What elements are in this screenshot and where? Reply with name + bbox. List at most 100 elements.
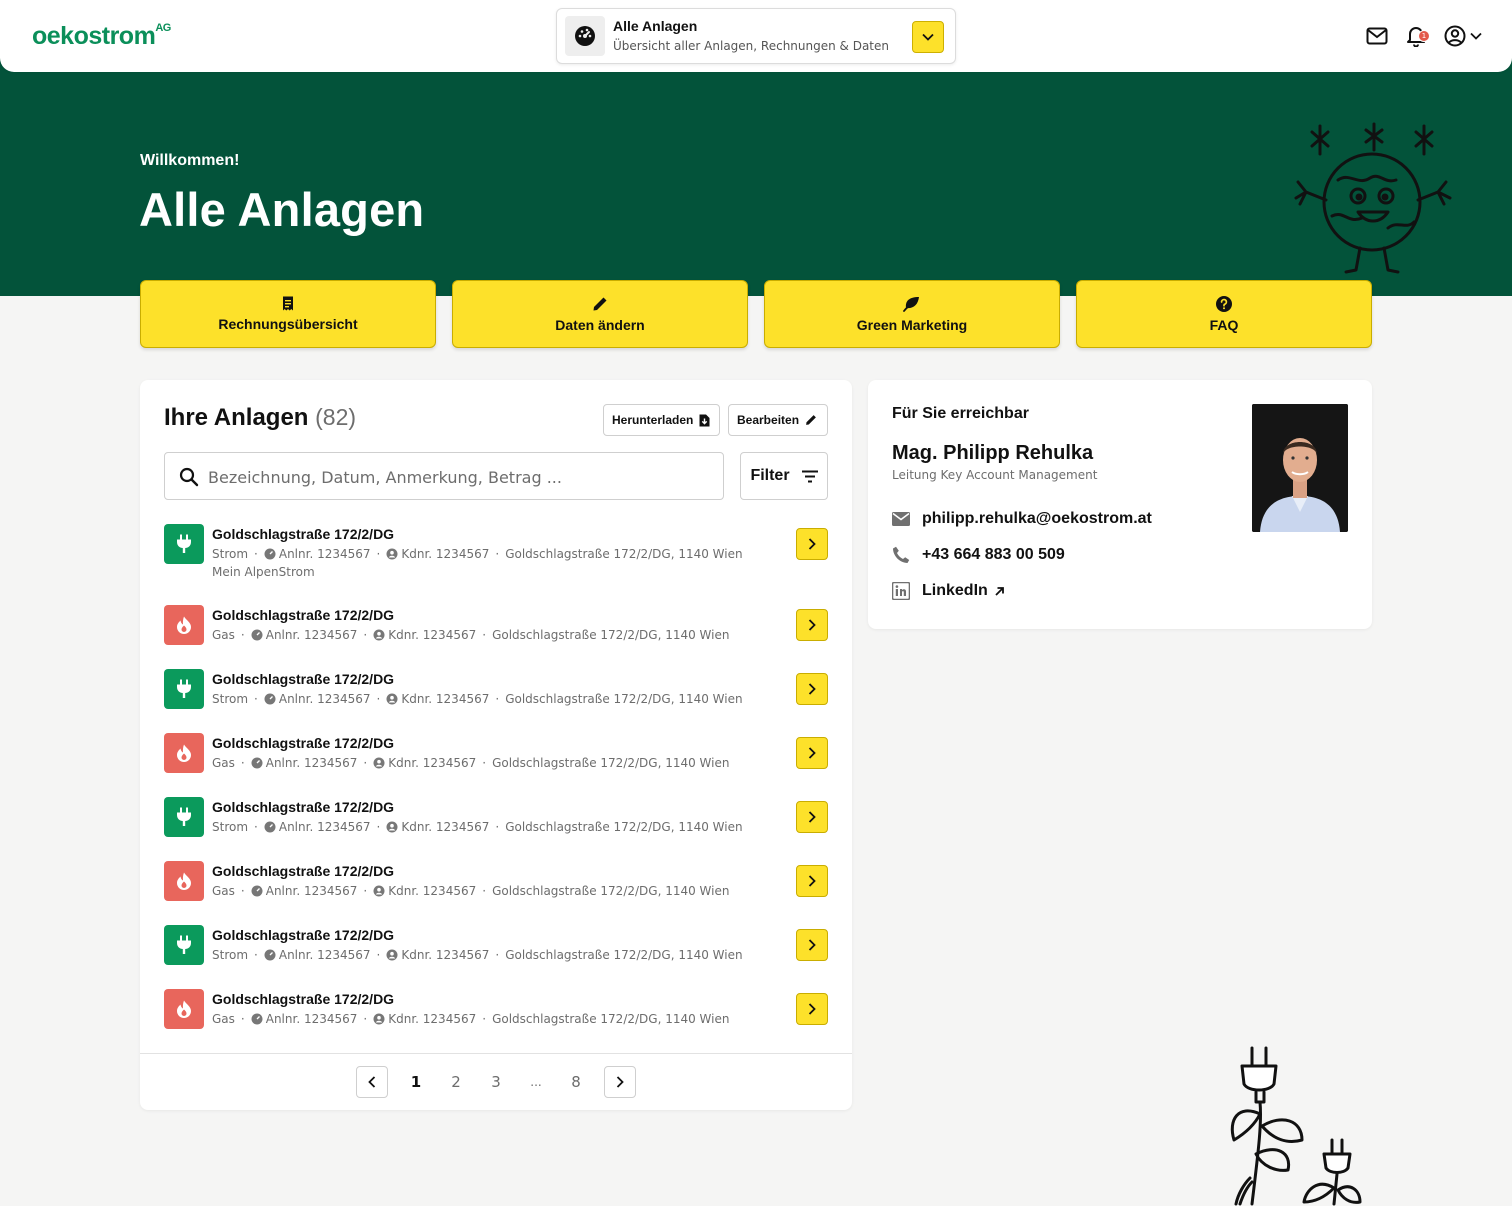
anlagen-title: Ihre Anlagen (82) xyxy=(164,404,357,431)
page-1[interactable]: 1 xyxy=(408,1066,424,1098)
list-item[interactable]: Goldschlagstraße 172/2/DG Gas · Anlnr. 12… xyxy=(164,605,828,669)
oekostrom-logo[interactable]: oekostromAG xyxy=(32,22,171,51)
open-anlage-button[interactable] xyxy=(796,609,828,641)
search-input[interactable] xyxy=(208,463,708,491)
plug-icon xyxy=(164,669,204,709)
open-anlage-button[interactable] xyxy=(796,528,828,560)
receipt-icon xyxy=(283,296,293,311)
chevron-right-icon xyxy=(808,683,816,695)
anlage-meta: Strom · Anlnr. 1234567 · Kdnr. 1234567 · Go… xyxy=(212,547,743,561)
envelope-icon xyxy=(892,512,910,526)
list-item[interactable]: Goldschlagstraße 172/2/DG Strom · Anlnr. … xyxy=(164,797,828,861)
chevron-right-icon xyxy=(808,811,816,823)
user-small-icon xyxy=(386,949,398,961)
list-item[interactable]: Goldschlagstraße 172/2/DG Strom · Anlnr. … xyxy=(164,669,828,733)
contact-photo xyxy=(1252,404,1348,532)
gauge-small-icon xyxy=(264,821,276,833)
pencil-icon xyxy=(593,297,607,310)
user-small-icon xyxy=(373,1013,385,1025)
contact-heading: Für Sie erreichbar xyxy=(892,405,1029,422)
chevron-right-icon xyxy=(808,747,816,759)
contact-name: Mag. Philipp Rehulka xyxy=(892,442,1094,464)
anlagen-switcher[interactable]: Alle Anlagen Übersicht aller Anlagen, Re… xyxy=(556,8,956,64)
user-small-icon xyxy=(373,757,385,769)
phone-icon xyxy=(893,546,910,563)
page-2[interactable]: 2 xyxy=(448,1066,464,1098)
anlage-meta: Strom · Anlnr. 1234567 · Kdnr. 1234567 · Go… xyxy=(212,692,743,706)
file-download-icon xyxy=(699,414,710,426)
chevron-right-icon xyxy=(616,1076,624,1088)
chevron-right-icon xyxy=(808,619,816,631)
flame-icon xyxy=(164,861,204,901)
tile-daten-aendern[interactable]: Daten ändern xyxy=(452,280,748,348)
switcher-title: Alle Anlagen xyxy=(613,18,698,34)
mail-icon xyxy=(1366,27,1388,45)
contact-linkedin-link[interactable]: LinkedIn xyxy=(892,582,1005,600)
contact-phone-link[interactable]: +43 664 883 00 509 xyxy=(892,546,1065,564)
earth-mascot-illustration xyxy=(1294,122,1452,274)
gauge-small-icon xyxy=(251,885,263,897)
switcher-dropdown-button[interactable] xyxy=(912,21,944,53)
search-box xyxy=(164,452,724,500)
open-anlage-button[interactable] xyxy=(796,737,828,769)
anlagen-count: (82) xyxy=(315,404,357,430)
list-item[interactable]: Goldschlagstraße 172/2/DG Strom · Anlnr. … xyxy=(164,925,828,989)
tile-green-marketing[interactable]: Green Marketing xyxy=(764,280,1060,348)
hero-banner: Willkommen! Alle Anlagen xyxy=(0,56,1512,296)
gauge-small-icon xyxy=(264,949,276,961)
anlage-name: Goldschlagstraße 172/2/DG xyxy=(212,799,395,815)
switcher-subtitle: Übersicht aller Anlagen, Rechnungen & Da… xyxy=(613,39,889,53)
tile-faq[interactable]: FAQ xyxy=(1076,280,1372,348)
gauge-small-icon xyxy=(251,757,263,769)
chevron-right-icon xyxy=(808,875,816,887)
mail-button[interactable] xyxy=(1366,24,1388,48)
plug-icon xyxy=(164,797,204,837)
list-item[interactable]: Goldschlagstraße 172/2/DG Strom · Anlnr. … xyxy=(164,524,828,605)
edit-button[interactable]: Bearbeiten xyxy=(728,404,828,436)
open-anlage-button[interactable] xyxy=(796,929,828,961)
next-page-button[interactable] xyxy=(604,1066,636,1098)
contact-card: Für Sie erreichbar Mag. Philipp Rehulka … xyxy=(868,380,1372,629)
welcome-text: Willkommen! xyxy=(140,152,240,169)
anlage-name: Goldschlagstraße 172/2/DG xyxy=(212,735,395,751)
tile-label: FAQ xyxy=(1209,316,1239,333)
download-button[interactable]: Herunterladen xyxy=(603,404,720,436)
page-ellipsis: ... xyxy=(530,1075,542,1089)
contact-email-link[interactable]: philipp.rehulka@oekostrom.at xyxy=(892,510,1152,528)
anlage-meta: Gas · Anlnr. 1234567 · Kdnr. 1234567 · Gold… xyxy=(212,1012,730,1026)
open-anlage-button[interactable] xyxy=(796,865,828,897)
anlage-name: Goldschlagstraße 172/2/DG xyxy=(212,863,395,879)
user-menu-button[interactable] xyxy=(1444,24,1482,48)
open-anlage-button[interactable] xyxy=(796,673,828,705)
quick-actions: Rechnungsübersicht Daten ändern Green Ma… xyxy=(140,280,1372,348)
gauge-small-icon xyxy=(251,629,263,641)
anlage-meta: Gas · Anlnr. 1234567 · Kdnr. 1234567 · Gold… xyxy=(212,756,730,770)
anlage-name: Goldschlagstraße 172/2/DG xyxy=(212,671,395,687)
flame-icon xyxy=(164,989,204,1029)
open-anlage-button[interactable] xyxy=(796,801,828,833)
tile-label: Rechnungsübersicht xyxy=(218,316,358,332)
notification-badge: 1 xyxy=(1418,30,1430,42)
tile-rechnungsuebersicht[interactable]: Rechnungsübersicht xyxy=(140,280,436,348)
list-item[interactable]: Goldschlagstraße 172/2/DG Gas · Anlnr. 12… xyxy=(164,989,828,1053)
tile-label: Green Marketing xyxy=(856,316,968,333)
page-3[interactable]: 3 xyxy=(488,1066,504,1098)
page-8[interactable]: 8 xyxy=(568,1066,584,1098)
gauge-small-icon xyxy=(264,548,276,560)
chevron-down-icon xyxy=(922,33,934,41)
user-small-icon xyxy=(386,821,398,833)
pencil-icon xyxy=(806,415,816,425)
chevron-right-icon xyxy=(808,538,816,550)
anlage-name: Goldschlagstraße 172/2/DG xyxy=(212,607,395,623)
anlage-meta: Gas · Anlnr. 1234567 · Kdnr. 1234567 · Gold… xyxy=(212,884,730,898)
anlage-name: Goldschlagstraße 172/2/DG xyxy=(212,991,395,1007)
open-anlage-button[interactable] xyxy=(796,993,828,1025)
list-item[interactable]: Goldschlagstraße 172/2/DG Gas · Anlnr. 12… xyxy=(164,861,828,925)
filter-button[interactable]: Filter xyxy=(740,452,828,500)
notifications-button[interactable]: 1 xyxy=(1406,24,1430,48)
dashboard-gauge-icon xyxy=(565,16,605,56)
list-item[interactable]: Goldschlagstraße 172/2/DG Gas · Anlnr. 12… xyxy=(164,733,828,797)
prev-page-button[interactable] xyxy=(356,1066,388,1098)
plug-icon xyxy=(164,524,204,564)
anlage-tariff: Mein AlpenStrom xyxy=(212,565,315,579)
